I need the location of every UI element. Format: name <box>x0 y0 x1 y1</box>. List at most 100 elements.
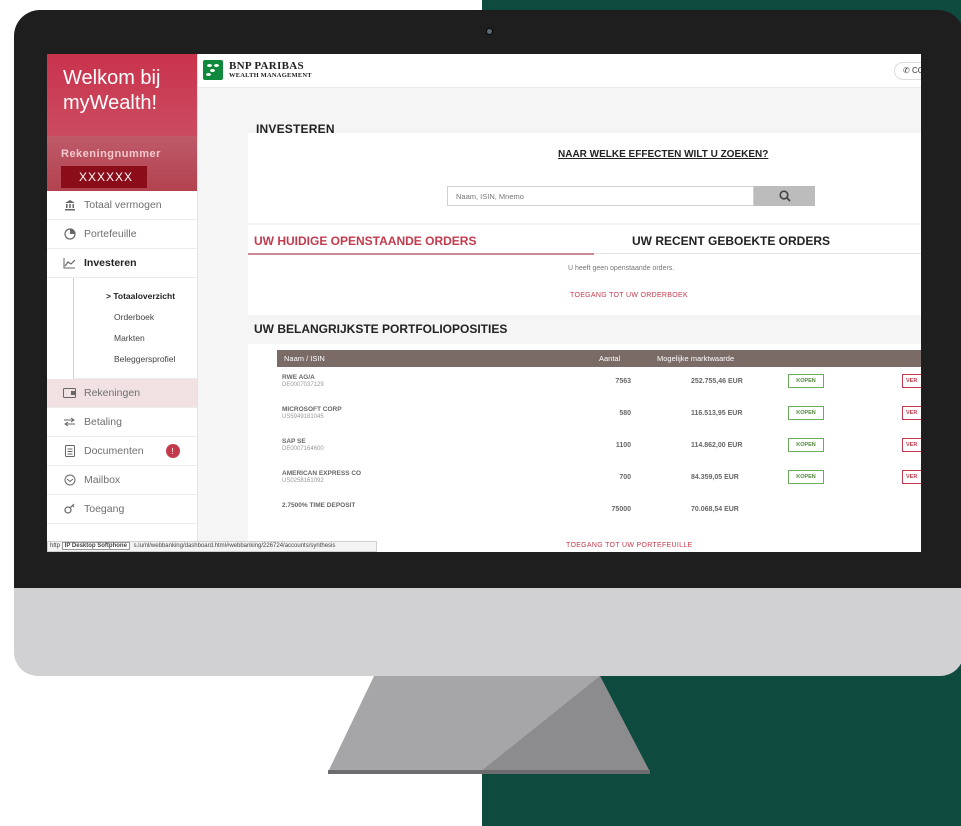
column-header-qty: Aantal <box>599 354 621 363</box>
portfolio-title: UW BELANGRIJKSTE PORTFOLIOPOSITIES <box>254 322 508 336</box>
no-orders-message: U heeft geen openstaande orders. <box>568 265 675 272</box>
sidebar-item-investeren[interactable]: Investeren <box>47 249 197 278</box>
tab-open-orders[interactable]: UW HUIDIGE OPENSTAANDE ORDERS <box>254 234 476 248</box>
portfolio-panel: Naam / ISIN Aantal Mogelijke marktwaarde… <box>248 344 921 552</box>
webcam-dot <box>486 28 493 35</box>
screen: Welkom bij myWealth! Rekeningnummer XXXX… <box>47 54 921 552</box>
subnav-item-orderboek[interactable]: Orderboek <box>114 307 197 328</box>
sidebar: Welkom bij myWealth! Rekeningnummer XXXX… <box>47 54 198 552</box>
sidebar-item-toegang[interactable]: Toegang <box>47 495 197 524</box>
search-input[interactable] <box>447 186 754 206</box>
phone-icon: ✆ <box>903 66 910 75</box>
sell-button[interactable]: VER <box>902 470 921 484</box>
buy-button[interactable]: KOPEN <box>788 406 824 420</box>
sidebar-item-label: Toegang <box>84 503 125 515</box>
status-tooltip: IP Desktop Softphone <box>61 542 130 550</box>
sidebar-item-label: Totaal vermogen <box>84 199 162 211</box>
search-button[interactable] <box>754 186 815 206</box>
document-icon <box>63 445 76 458</box>
sidebar-item-label: Mailbox <box>84 474 121 486</box>
mailbox-icon <box>63 474 76 487</box>
security-qty: 580 <box>619 410 631 417</box>
security-isin: US0258161092 <box>282 478 324 484</box>
subnav-item-markten[interactable]: Markten <box>114 328 197 349</box>
column-header-name: Naam / ISIN <box>284 354 325 363</box>
table-row[interactable]: AMERICAN EXPRESS CO US0258161092 700 84.… <box>277 466 921 494</box>
status-prefix: http <box>50 543 61 549</box>
contact-button[interactable]: ✆ CO <box>894 62 921 80</box>
monitor-chin <box>14 588 961 676</box>
sell-button[interactable]: VER <box>902 406 921 420</box>
security-qty: 700 <box>619 474 631 481</box>
sell-button[interactable]: VER <box>902 374 921 388</box>
card-icon <box>63 387 76 400</box>
orders-panel: UW HUIDIGE OPENSTAANDE ORDERS UW RECENT … <box>248 225 921 315</box>
sidebar-item-label: Portefeuille <box>84 228 137 240</box>
alert-badge: ! <box>165 444 180 458</box>
security-isin: DE0007164600 <box>282 446 324 452</box>
account-number[interactable]: XXXXXX <box>61 166 147 188</box>
tab-recent-orders[interactable]: UW RECENT GEBOEKTE ORDERS <box>632 234 830 248</box>
sidebar-item-rekeningen[interactable]: Rekeningen <box>47 379 197 408</box>
subnav-item-totaaloverzicht[interactable]: > Totaaloverzicht <box>106 286 197 307</box>
sell-button[interactable]: VER <box>902 438 921 452</box>
account-panel: Rekeningnummer XXXXXX <box>47 136 197 191</box>
security-value: 116.513,95 EUR <box>691 410 743 417</box>
account-label: Rekeningnummer <box>61 148 161 160</box>
security-name: SAP SE <box>282 438 306 445</box>
active-tab-underline <box>248 253 594 255</box>
column-header-value: Mogelijke marktwaarde <box>657 354 735 363</box>
security-name: MICROSOFT CORP <box>282 406 342 413</box>
security-qty: 75000 <box>611 506 631 513</box>
buy-button[interactable]: KOPEN <box>788 374 824 388</box>
table-row[interactable]: MICROSOFT CORP US5949181045 580 116.513,… <box>277 402 921 430</box>
pie-chart-icon <box>63 228 76 241</box>
buy-button[interactable]: KOPEN <box>788 470 824 484</box>
security-value: 252.755,46 EUR <box>691 378 743 385</box>
sidebar-item-documenten[interactable]: Documenten ! <box>47 437 197 466</box>
sidebar-item-totaal-vermogen[interactable]: Totaal vermogen <box>47 191 197 220</box>
main-content: INVESTEREN NAAR WELKE EFFECTEN WILT U ZO… <box>198 88 921 552</box>
security-isin: DE0007037129 <box>282 382 324 388</box>
line-chart-icon <box>63 257 76 270</box>
table-row[interactable]: RWE AG/A DE0007037129 7563 252.755,46 EU… <box>277 370 921 398</box>
security-value: 70.068,54 EUR <box>691 506 739 513</box>
sidebar-item-label: Investeren <box>84 257 137 269</box>
search-icon <box>778 190 791 202</box>
sidebar-item-label: Betaling <box>84 416 122 428</box>
security-isin: US5949181045 <box>282 414 324 420</box>
bnp-logo-icon[interactable] <box>203 60 223 80</box>
sidebar-item-portefeuille[interactable]: Portefeuille <box>47 220 197 249</box>
sidebar-item-label: Rekeningen <box>84 387 141 399</box>
security-qty: 7563 <box>615 378 631 385</box>
portfolio-link[interactable]: TOEGANG TOT UW PORTEFEUILLE <box>566 542 692 549</box>
brand-name: BNP PARIBAS <box>229 60 304 72</box>
sidebar-item-label: Documenten <box>84 445 144 457</box>
bank-icon <box>63 199 76 212</box>
brand-subtitle: WEALTH MANAGEMENT <box>229 72 312 79</box>
subnav-item-beleggersprofiel[interactable]: Beleggersprofiel <box>114 349 197 370</box>
investeren-subnav: > Totaaloverzicht Orderboek Markten Bele… <box>73 278 197 379</box>
tab-divider <box>594 253 921 254</box>
table-row[interactable]: SAP SE DE0007164600 1100 114.862,00 EUR … <box>277 434 921 462</box>
security-name: RWE AG/A <box>282 374 315 381</box>
welcome-line-2: myWealth! <box>63 92 158 114</box>
transfer-icon <box>63 416 76 429</box>
table-row[interactable]: 2.7500% TIME DEPOSIT 75000 70.068,54 EUR <box>277 498 921 526</box>
security-name: AMERICAN EXPRESS CO <box>282 470 362 477</box>
sidebar-item-betaling[interactable]: Betaling <box>47 408 197 437</box>
security-value: 114.862,00 EUR <box>691 442 743 449</box>
security-qty: 1100 <box>615 442 631 449</box>
status-url: s.lu/nl/webbanking/dashboard.html#webban… <box>133 543 336 549</box>
welcome-banner: Welkom bij myWealth! <box>47 54 197 136</box>
security-value: 84.359,05 EUR <box>691 474 739 481</box>
orderbook-link[interactable]: TOEGANG TOT UW ORDERBOEK <box>570 292 688 299</box>
buy-button[interactable]: KOPEN <box>788 438 824 452</box>
security-name: 2.7500% TIME DEPOSIT <box>282 502 356 509</box>
contact-label: CO <box>911 66 921 75</box>
welcome-line-1: Welkom bij <box>63 67 161 89</box>
search-panel: NAAR WELKE EFFECTEN WILT U ZOEKEN? <box>248 133 921 223</box>
browser-status-bar: http IP Desktop Softphone s.lu/nl/webban… <box>47 541 377 552</box>
sidebar-item-mailbox[interactable]: Mailbox <box>47 466 197 495</box>
key-icon <box>63 503 76 516</box>
